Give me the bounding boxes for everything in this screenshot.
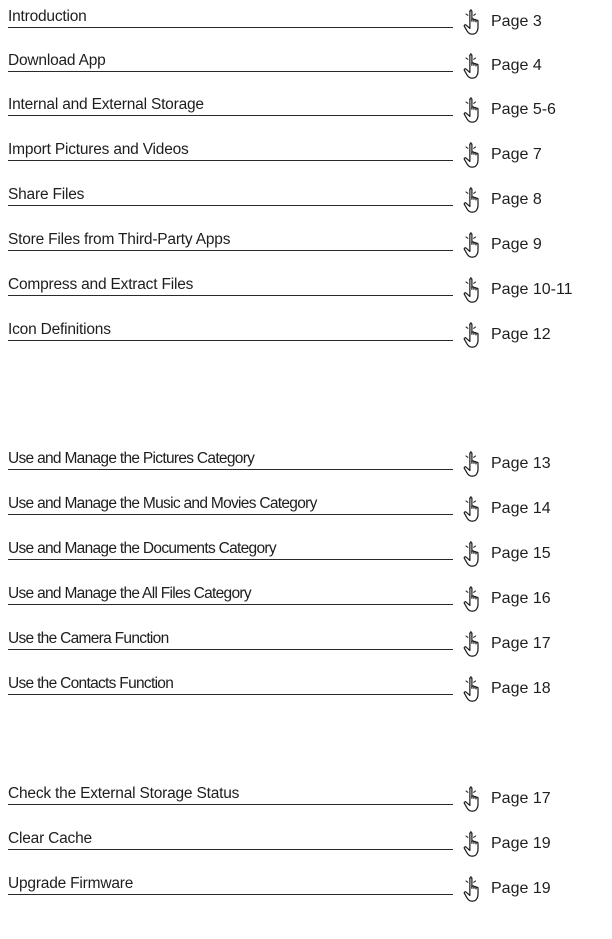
toc-entry-title[interactable]: Icon Definitions (8, 321, 111, 339)
toc-leader-line (8, 295, 453, 296)
toc-leader-line (8, 649, 453, 650)
toc-entry-title[interactable]: Use the Contacts Function (8, 675, 174, 693)
toc-entry-title[interactable]: Use and Manage the Documents Category (8, 540, 277, 558)
toc-page-number[interactable]: Page 10-11 (491, 281, 573, 299)
toc-leader-line (8, 115, 453, 116)
toc-page-number[interactable]: Page 16 (491, 590, 551, 608)
toc-leader-line (8, 514, 453, 515)
toc-page-number[interactable]: Page 14 (491, 500, 551, 518)
pointing-hand-icon (463, 9, 479, 35)
toc-entry[interactable]: Compress and Extract Files Page 10-11 (8, 268, 608, 304)
toc-entry[interactable]: Use and Manage the All Files Category Pag… (8, 577, 608, 613)
pointing-hand-icon (463, 631, 479, 657)
toc-page-number[interactable]: Page 3 (491, 13, 542, 31)
pointing-hand-icon (463, 451, 479, 477)
toc-page-number[interactable]: Page 18 (491, 680, 551, 698)
toc-entry[interactable]: Use and Manage the Pictures Category Page… (8, 442, 608, 478)
pointing-hand-icon (463, 187, 479, 213)
toc-page-number[interactable]: Page 19 (491, 880, 551, 898)
toc-page-number[interactable]: Page 4 (491, 57, 542, 75)
toc-entry[interactable]: Use and Manage the Documents Category Pag… (8, 532, 608, 568)
toc-page-number[interactable]: Page 17 (491, 635, 551, 653)
toc-entry[interactable]: Check the External Storage Status Page 17 (8, 777, 608, 813)
pointing-hand-icon (463, 586, 479, 612)
toc-page-number[interactable]: Page 12 (491, 326, 551, 344)
toc-entry[interactable]: Use the Contacts Function Page 18 (8, 667, 608, 703)
pointing-hand-icon (463, 786, 479, 812)
pointing-hand-icon (463, 322, 479, 348)
pointing-hand-icon (463, 97, 479, 123)
pointing-hand-icon (463, 676, 479, 702)
pointing-hand-icon (463, 232, 479, 258)
toc-entry-title[interactable]: Introduction (8, 8, 87, 26)
toc-page-number[interactable]: Page 9 (491, 236, 542, 254)
pointing-hand-icon (463, 876, 479, 902)
toc-leader-line (8, 250, 453, 251)
toc-entry-title[interactable]: Upgrade Firmware (8, 875, 133, 893)
toc-entry[interactable]: Internal and External Storage Page 5-6 (8, 88, 608, 124)
toc-leader-line (8, 694, 453, 695)
toc-entry-title[interactable]: Import Pictures and Videos (8, 141, 189, 159)
toc-entry-title[interactable]: Use and Manage the Music and Movies Cate… (8, 495, 317, 513)
toc-page-number[interactable]: Page 17 (491, 790, 551, 808)
toc-entry[interactable]: Use the Camera Function Page 17 (8, 622, 608, 658)
toc-entry-title[interactable]: Use and Manage the All Files Category (8, 585, 252, 603)
toc-entry-title[interactable]: Use the Camera Function (8, 630, 169, 648)
toc-entry[interactable]: Upgrade Firmware Page 19 (8, 867, 608, 903)
toc-leader-line (8, 205, 453, 206)
pointing-hand-icon (463, 831, 479, 857)
pointing-hand-icon (463, 53, 479, 79)
pointing-hand-icon (463, 142, 479, 168)
toc-leader-line (8, 604, 453, 605)
toc-page-number[interactable]: Page 7 (491, 146, 542, 164)
toc-entry-title[interactable]: Check the External Storage Status (8, 785, 239, 803)
toc-leader-line (8, 849, 453, 850)
toc-leader-line (8, 340, 453, 341)
toc-entry[interactable]: Use and Manage the Music and Movies Cate… (8, 487, 608, 523)
toc-entry[interactable]: Icon Definitions Page 12 (8, 313, 608, 349)
toc-entry-title[interactable]: Download App (8, 52, 106, 70)
toc-entry-title[interactable]: Share Files (8, 186, 84, 204)
toc-leader-line (8, 894, 453, 895)
toc-entry-title[interactable]: Compress and Extract Files (8, 276, 193, 294)
toc-page-number[interactable]: Page 8 (491, 191, 542, 209)
toc-entry[interactable]: Clear Cache Page 19 (8, 822, 608, 858)
toc-leader-line (8, 27, 453, 28)
toc-leader-line (8, 71, 453, 72)
toc-entry[interactable]: Download App Page 4 (8, 44, 608, 80)
toc-entry-title[interactable]: Clear Cache (8, 830, 92, 848)
toc-leader-line (8, 804, 453, 805)
toc-entry[interactable]: Import Pictures and Videos Page 7 (8, 133, 608, 169)
toc-entry-title[interactable]: Store Files from Third-Party Apps (8, 231, 230, 249)
toc-page-number[interactable]: Page 15 (491, 545, 551, 563)
pointing-hand-icon (463, 277, 479, 303)
toc-entry[interactable]: Store Files from Third-Party Apps Page 9 (8, 223, 608, 259)
toc-entry-title[interactable]: Internal and External Storage (8, 96, 204, 114)
pointing-hand-icon (463, 541, 479, 567)
toc-entry-title[interactable]: Use and Manage the Pictures Category (8, 450, 255, 468)
toc-page-number[interactable]: Page 13 (491, 455, 551, 473)
toc-page-number[interactable]: Page 19 (491, 835, 551, 853)
toc-page-number[interactable]: Page 5-6 (491, 101, 556, 119)
toc-leader-line (8, 469, 453, 470)
toc-entry[interactable]: Introduction Page 3 (8, 0, 608, 36)
pointing-hand-icon (463, 496, 479, 522)
toc-leader-line (8, 160, 453, 161)
toc-entry[interactable]: Share Files Page 8 (8, 178, 608, 214)
toc-leader-line (8, 559, 453, 560)
